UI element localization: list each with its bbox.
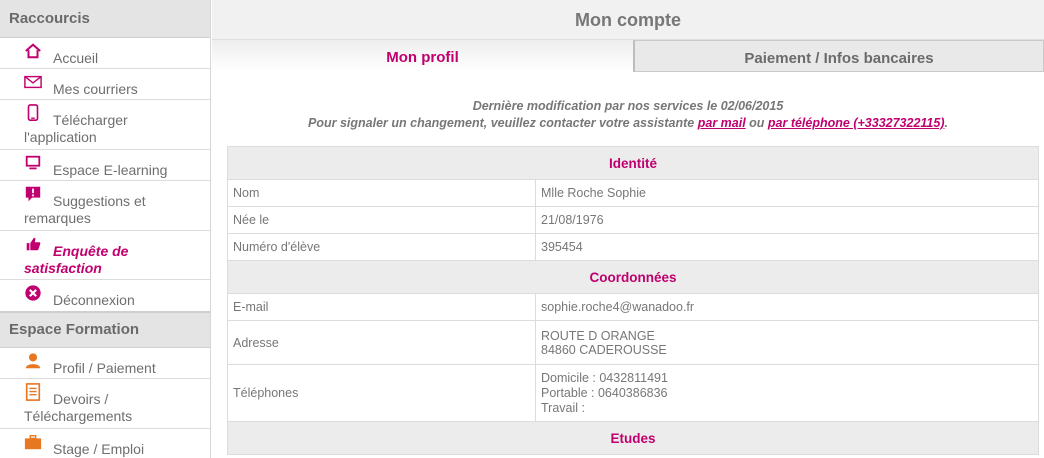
- sidebar-header-formation: Espace Formation: [0, 313, 210, 348]
- sidebar-item-label: Enquête de satisfaction: [24, 243, 129, 276]
- tel-travail: Travail :: [541, 400, 585, 415]
- sidebar: Raccourcis Accueil Mes courriers Télécha…: [0, 0, 211, 458]
- sidebar-item-enquete[interactable]: Enquête de satisfaction: [0, 231, 210, 280]
- user-icon: [25, 353, 41, 369]
- notice-or: ou: [745, 116, 768, 130]
- sidebar-item-telecharger[interactable]: Télécharger l'application: [0, 100, 210, 150]
- nom-label: Nom: [227, 179, 536, 207]
- telephones-value: Domicile : 0432811491 Portable : 0640386…: [535, 364, 1039, 422]
- tab-bar: Mon profil Paiement / Infos bancaires: [212, 40, 1044, 72]
- sidebar-item-label: Stage / Emploi: [53, 441, 145, 457]
- section-coordonnees: Coordonnées: [227, 260, 1039, 294]
- table-row: Née le 21/08/1976: [227, 206, 1039, 234]
- monitor-icon: [25, 155, 41, 170]
- adresse-line2: 84860 CADEROUSSE: [541, 342, 667, 357]
- tel-domicile: Domicile : 0432811491: [541, 370, 668, 385]
- modification-notice: Dernière modification par nos services l…: [212, 98, 1044, 132]
- page-title: Mon compte: [212, 0, 1044, 40]
- section-identite: Identité: [227, 146, 1039, 180]
- sidebar-item-label: Espace E-learning: [53, 162, 168, 178]
- nee-value: 21/08/1976: [535, 206, 1039, 234]
- tab-paiement[interactable]: Paiement / Infos bancaires: [633, 40, 1044, 72]
- numero-label: Numéro d'élève: [227, 233, 536, 261]
- nee-label: Née le: [227, 206, 536, 234]
- adresse-line1: ROUTE D ORANGE: [541, 328, 655, 343]
- main-content: Mon compte Mon profil Paiement / Infos b…: [212, 0, 1044, 458]
- telephones-label: Téléphones: [227, 364, 536, 422]
- sidebar-item-label: Mes courriers: [53, 81, 138, 97]
- section-etudes: Etudes: [227, 421, 1039, 455]
- comment-alert-icon: [25, 186, 41, 202]
- sidebar-item-elearning[interactable]: Espace E-learning: [0, 150, 210, 181]
- thumbs-up-icon: [26, 237, 41, 251]
- phone-icon: [27, 104, 39, 122]
- sidebar-item-deconnexion[interactable]: Déconnexion: [0, 280, 210, 313]
- notice-prefix: Pour signaler un changement, veuillez co…: [308, 116, 698, 130]
- table-row: E-mail sophie.roche4@wanadoo.fr: [227, 293, 1039, 321]
- sidebar-item-suggestions[interactable]: Suggestions et remarques: [0, 181, 210, 231]
- nom-value: Mlle Roche Sophie: [535, 179, 1039, 207]
- table-row: Adresse ROUTE D ORANGE 84860 CADEROUSSE: [227, 320, 1039, 365]
- sidebar-header-raccourcis: Raccourcis: [0, 0, 210, 38]
- contact-mail-link[interactable]: par mail: [698, 116, 746, 130]
- table-row: Nom Mlle Roche Sophie: [227, 179, 1039, 207]
- document-icon: [25, 383, 41, 401]
- email-label: E-mail: [227, 293, 536, 321]
- adresse-label: Adresse: [227, 320, 536, 365]
- sidebar-item-profil-paiement[interactable]: Profil / Paiement: [0, 348, 210, 379]
- notice-line1: Dernière modification par nos services l…: [472, 99, 784, 113]
- sidebar-item-accueil[interactable]: Accueil: [0, 38, 210, 69]
- mail-icon: [24, 75, 42, 89]
- adresse-value: ROUTE D ORANGE 84860 CADEROUSSE: [535, 320, 1039, 365]
- sidebar-item-label: Profil / Paiement: [53, 360, 156, 376]
- sidebar-item-stage[interactable]: Stage / Emploi: [0, 429, 210, 458]
- numero-value: 395454: [535, 233, 1039, 261]
- sidebar-item-label: Suggestions et remarques: [24, 193, 146, 226]
- sidebar-item-label: Accueil: [53, 50, 99, 66]
- notice-suffix: .: [944, 116, 948, 130]
- sidebar-item-devoirs[interactable]: Devoirs / Téléchargements: [0, 379, 210, 429]
- email-value: sophie.roche4@wanadoo.fr: [535, 293, 1039, 321]
- sidebar-item-courriers[interactable]: Mes courriers: [0, 69, 210, 100]
- tab-mon-profil[interactable]: Mon profil: [212, 40, 633, 72]
- notice-line2: Pour signaler un changement, veuillez co…: [212, 115, 1044, 132]
- briefcase-icon: [24, 435, 42, 450]
- profile-table: Identité Nom Mlle Roche Sophie Née le 21…: [227, 146, 1039, 455]
- logout-x-icon: [25, 285, 41, 301]
- table-row: Numéro d'élève 395454: [227, 233, 1039, 261]
- contact-phone-link[interactable]: par téléphone (+33327322115): [768, 116, 945, 130]
- sidebar-item-label: Déconnexion: [53, 292, 135, 308]
- sidebar-item-label: Devoirs / Téléchargements: [24, 391, 133, 424]
- home-icon: [25, 43, 41, 59]
- tel-portable: Portable : 0640386836: [541, 385, 668, 400]
- table-row: Téléphones Domicile : 0432811491 Portabl…: [227, 364, 1039, 422]
